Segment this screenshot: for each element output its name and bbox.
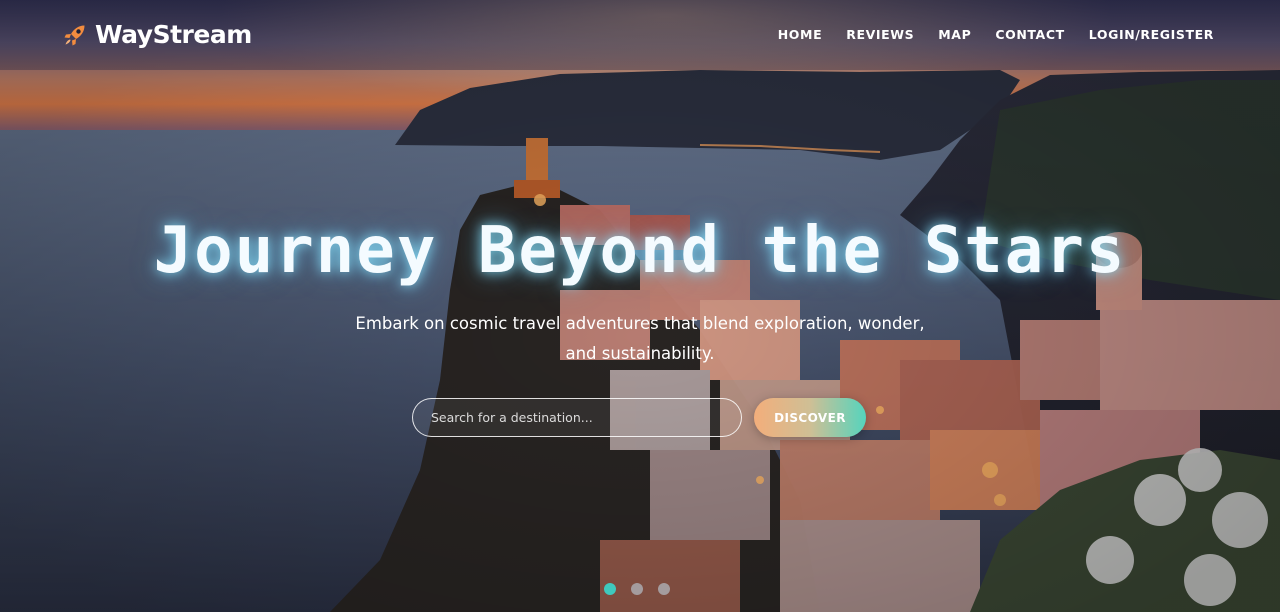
brand-name: WayStream: [95, 20, 252, 49]
brand-logo-link[interactable]: WayStream: [62, 20, 252, 49]
site-header: WayStream HOME REVIEWS MAP CONTACT LOGIN…: [0, 0, 1280, 70]
nav-map[interactable]: MAP: [938, 27, 971, 42]
carousel-dot-2[interactable]: [631, 583, 643, 595]
nav-home[interactable]: HOME: [778, 27, 822, 42]
coastal-village-background: [0, 0, 1280, 612]
carousel-dot-3[interactable]: [658, 583, 670, 595]
hero-title: Journey Beyond the Stars: [153, 214, 1127, 288]
nav-reviews[interactable]: REVIEWS: [846, 27, 914, 42]
discover-button[interactable]: DISCOVER: [754, 398, 866, 437]
nav-login-register[interactable]: LOGIN/REGISTER: [1089, 27, 1214, 42]
carousel-dots: [604, 583, 670, 595]
rocket-icon: [64, 25, 85, 45]
main-nav: HOME REVIEWS MAP CONTACT LOGIN/REGISTER: [778, 27, 1214, 42]
hero-section: WayStream HOME REVIEWS MAP CONTACT LOGIN…: [0, 0, 1280, 612]
nav-contact[interactable]: CONTACT: [995, 27, 1064, 42]
carousel-dot-1[interactable]: [604, 583, 616, 595]
hero-subtitle: Embark on cosmic travel adventures that …: [355, 314, 925, 363]
destination-search-input[interactable]: [412, 398, 742, 437]
